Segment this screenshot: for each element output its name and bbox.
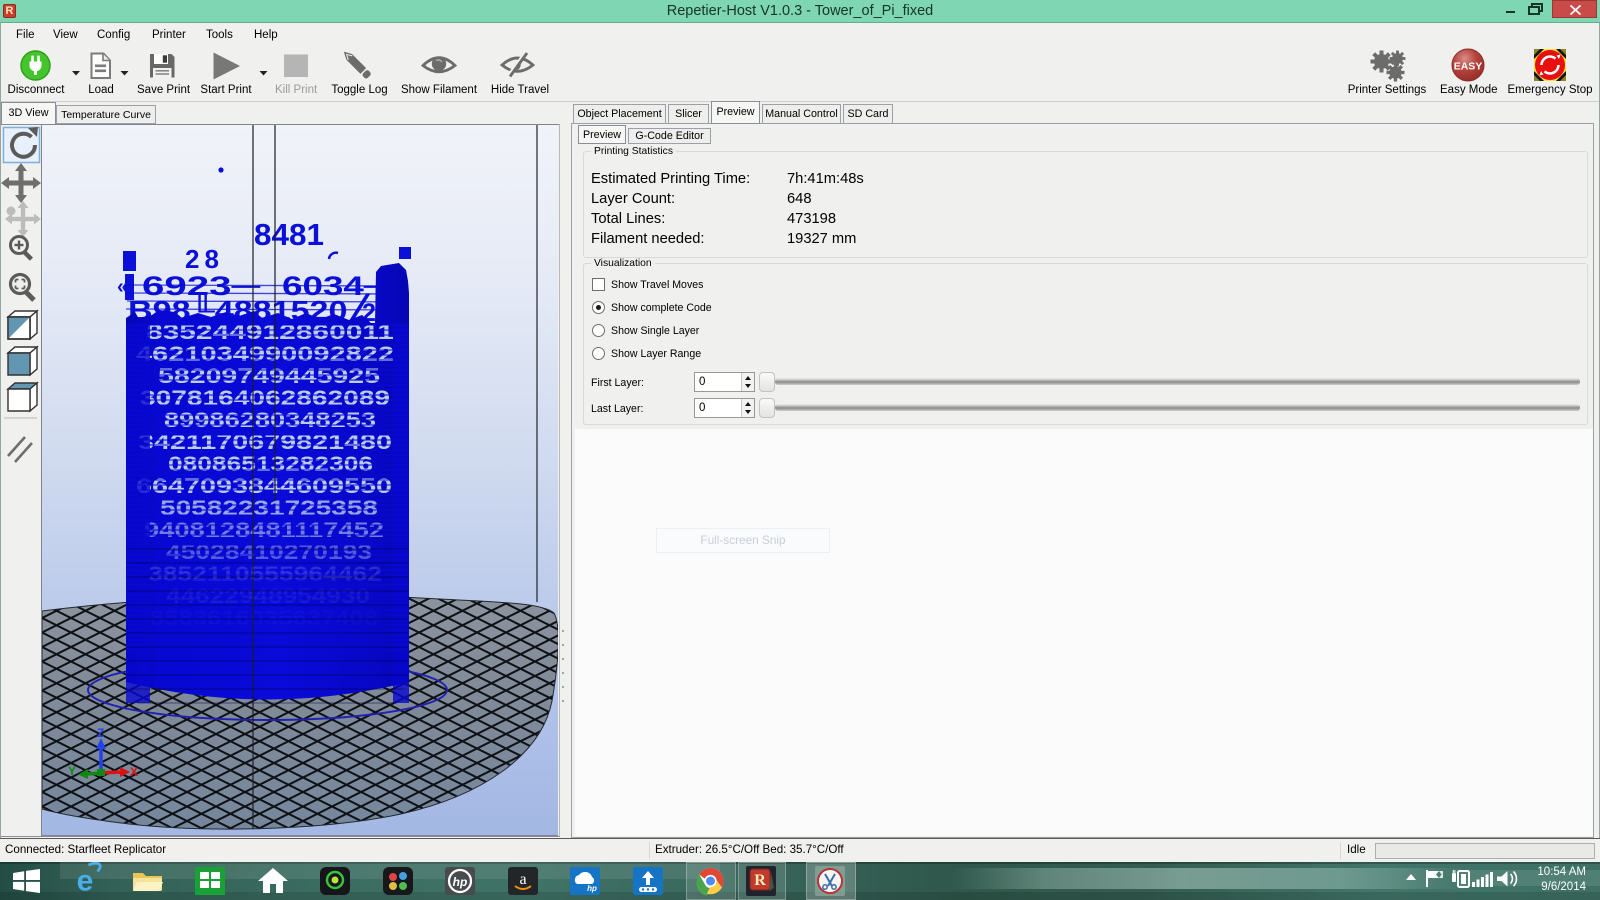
svg-text:EASY: EASY xyxy=(1454,61,1483,73)
svg-text:28: 28 xyxy=(185,244,219,274)
svg-text:Z: Z xyxy=(97,726,104,740)
svg-text:a: a xyxy=(519,871,526,888)
svg-text:X: X xyxy=(130,765,138,779)
svg-text:R: R xyxy=(754,872,766,889)
svg-text:e: e xyxy=(77,865,94,898)
svg-text:hp: hp xyxy=(453,875,468,889)
svg-text:8481: 8481 xyxy=(254,217,324,252)
svg-text:Y: Y xyxy=(68,764,76,778)
svg-text:hp: hp xyxy=(587,884,597,893)
svg-text:«: « xyxy=(117,276,128,298)
